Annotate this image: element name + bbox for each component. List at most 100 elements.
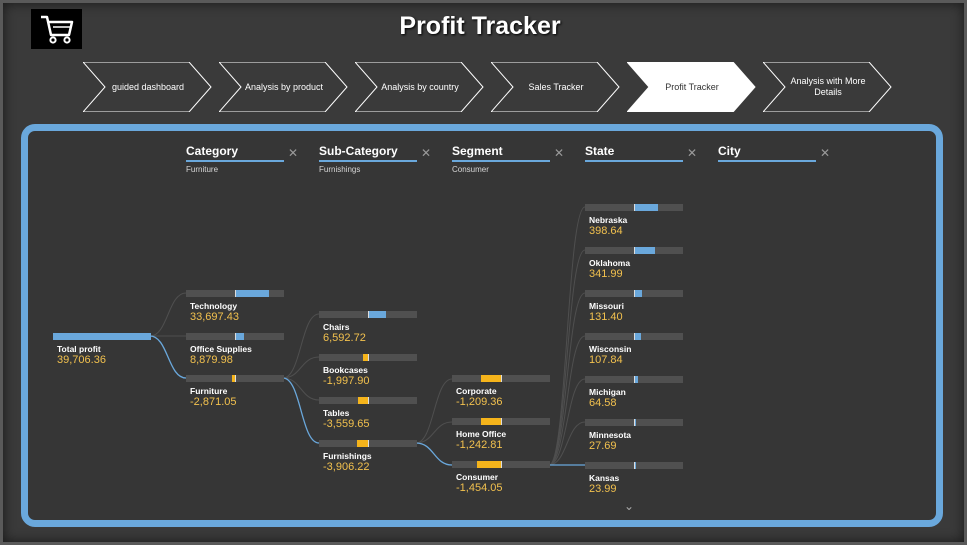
node-label: Tables — [323, 408, 350, 418]
value-bar — [477, 461, 501, 468]
category-node[interactable]: Furniture -2,871.05 — [186, 375, 284, 408]
value-bar-track — [319, 311, 417, 318]
node-value: 39,706.36 — [57, 354, 106, 366]
segment-node[interactable]: Consumer -1,454.05 — [452, 461, 550, 494]
value-bar-track — [186, 333, 284, 340]
zero-line — [501, 375, 502, 382]
zero-line — [368, 440, 369, 447]
zero-line — [235, 290, 236, 297]
node-value: 131.40 — [589, 311, 623, 323]
node-label: Technology — [190, 301, 238, 311]
value-bar-track — [53, 333, 151, 340]
connector — [548, 249, 586, 466]
node-label: Total profit — [57, 344, 101, 354]
state-node[interactable]: Wisconsin 107.84 — [585, 333, 683, 366]
node-value: 33,697.43 — [190, 311, 239, 323]
node-value: -1,209.36 — [456, 396, 503, 408]
zero-line — [634, 290, 635, 297]
node-label: Chairs — [323, 322, 350, 332]
category-node[interactable]: Office Supplies 8,879.98 — [186, 333, 284, 366]
node-label: Michigan — [589, 387, 626, 397]
value-bar — [480, 418, 501, 425]
value-bar-track — [585, 290, 683, 297]
connector — [548, 378, 586, 466]
node-label: Office Supplies — [190, 344, 252, 354]
node-value: -1,454.05 — [456, 482, 503, 494]
connector — [282, 356, 320, 379]
node-label: Corporate — [456, 386, 497, 396]
value-bar — [481, 375, 501, 382]
state-node[interactable]: Missouri 131.40 — [585, 290, 683, 323]
zero-line — [634, 419, 635, 426]
connector — [282, 377, 320, 401]
node-label: Nebraska — [589, 215, 628, 225]
segment-node[interactable]: Corporate -1,209.36 — [452, 375, 550, 408]
node-value: 398.64 — [589, 225, 623, 237]
active-connector — [282, 377, 320, 444]
connector — [149, 292, 187, 337]
zero-line — [368, 311, 369, 318]
connector — [415, 378, 453, 444]
active-connector — [149, 335, 187, 379]
node-value: -2,871.05 — [190, 396, 237, 408]
node-label: Minnesota — [589, 430, 632, 440]
node-value: 64.58 — [589, 397, 617, 409]
zero-line — [368, 354, 369, 361]
node-value: 8,879.98 — [190, 354, 233, 366]
node-value: 6,592.72 — [323, 332, 366, 344]
node-value: 23.99 — [589, 483, 617, 495]
state-node[interactable]: Kansas 23.99 — [585, 462, 683, 495]
node-label: Missouri — [589, 301, 624, 311]
zero-line — [634, 247, 635, 254]
value-bar — [235, 333, 245, 340]
zero-line — [501, 418, 502, 425]
state-node[interactable]: Oklahoma 341.99 — [585, 247, 683, 280]
chevron-down-icon[interactable]: ⌄ — [624, 499, 634, 513]
subcategory-node[interactable]: Chairs 6,592.72 — [319, 311, 417, 344]
subcategory-node[interactable]: Tables -3,559.65 — [319, 397, 417, 430]
value-bar-track — [585, 204, 683, 211]
value-bar-track — [452, 375, 550, 382]
value-bar — [357, 440, 368, 447]
category-node[interactable]: Technology 33,697.43 — [186, 290, 284, 323]
zero-line — [634, 376, 635, 383]
zero-line — [235, 375, 236, 382]
value-bar-track — [319, 397, 417, 404]
value-bar — [53, 333, 151, 340]
connector — [548, 206, 586, 466]
value-bar — [634, 247, 655, 254]
state-node[interactable]: Minnesota 27.69 — [585, 419, 683, 452]
node-value: 107.84 — [589, 354, 623, 366]
connector — [282, 313, 320, 379]
value-bar-track — [319, 440, 417, 447]
root-node[interactable]: Total profit 39,706.36 — [53, 333, 151, 366]
node-value: -3,559.65 — [323, 418, 370, 430]
subcategory-node[interactable]: Bookcases -1,997.90 — [319, 354, 417, 387]
value-bar-track — [186, 375, 284, 382]
node-value: -1,242.81 — [456, 439, 503, 451]
value-bar — [634, 204, 659, 211]
value-bar-track — [585, 333, 683, 340]
node-label: Home Office — [456, 429, 507, 439]
state-node[interactable]: Nebraska 398.64 — [585, 204, 683, 237]
value-bar-track — [452, 418, 550, 425]
zero-line — [501, 461, 502, 468]
node-label: Wisconsin — [589, 344, 632, 354]
zero-line — [634, 204, 635, 211]
value-bar — [368, 311, 386, 318]
subcategory-node[interactable]: Furnishings -3,906.22 — [319, 440, 417, 473]
zero-line — [235, 333, 236, 340]
node-value: -1,997.90 — [323, 375, 370, 387]
node-value: -3,906.22 — [323, 461, 370, 473]
node-label: Oklahoma — [589, 258, 631, 268]
node-label: Bookcases — [323, 365, 368, 375]
node-label: Consumer — [456, 472, 499, 482]
node-value: 27.69 — [589, 440, 617, 452]
zero-line — [368, 397, 369, 404]
segment-node[interactable]: Home Office -1,242.81 — [452, 418, 550, 451]
node-value: 341.99 — [589, 268, 623, 280]
zero-line — [634, 462, 635, 469]
value-bar-track — [186, 290, 284, 297]
connector — [415, 421, 453, 444]
state-node[interactable]: Michigan 64.58 — [585, 376, 683, 409]
